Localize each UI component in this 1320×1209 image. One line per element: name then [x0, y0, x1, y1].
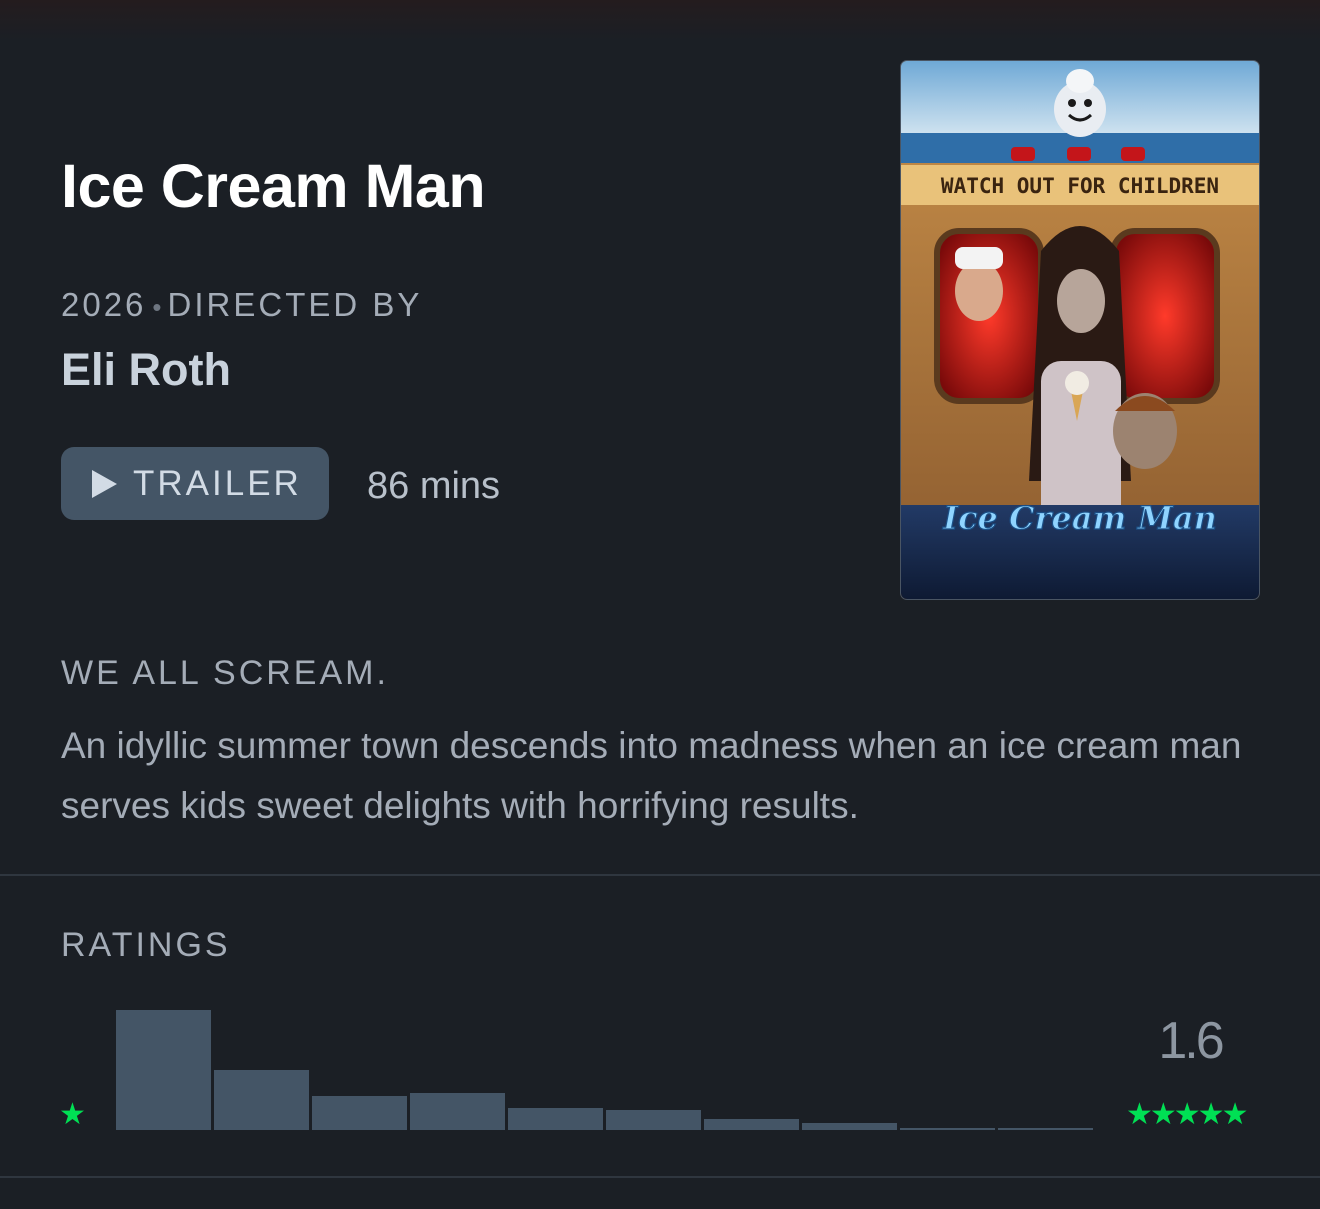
section-divider [0, 874, 1320, 876]
play-icon [92, 469, 117, 498]
histogram-bar[interactable] [312, 1096, 407, 1130]
one-star-label: ★ [59, 1098, 86, 1131]
director-link[interactable]: Eli Roth [61, 340, 231, 400]
bottom-divider [0, 1176, 1320, 1178]
directed-by-label: DIRECTED BY [167, 286, 423, 323]
ratings-heading[interactable]: RATINGS [61, 924, 231, 966]
average-rating[interactable]: 1.6 [1150, 1010, 1230, 1072]
film-poster[interactable]: WATCH OUT FOR CHILDREN Ice Cream Man [900, 60, 1260, 600]
film-meta: 2026 • DIRECTED BY [61, 284, 422, 328]
separator-dot: • [152, 292, 162, 323]
film-year[interactable]: 2026 [61, 286, 146, 323]
histogram-bar[interactable] [606, 1110, 701, 1130]
histogram-bar[interactable] [214, 1070, 309, 1130]
backdrop-fade [0, 0, 1320, 40]
ratings-histogram [116, 1000, 1096, 1130]
histogram-bar[interactable] [900, 1128, 995, 1130]
film-title: Ice Cream Man [61, 152, 486, 220]
histogram-bar[interactable] [410, 1093, 505, 1130]
poster-logo-text: Ice Cream Man [942, 499, 1217, 537]
histogram-bar[interactable] [802, 1123, 897, 1130]
five-star-label: ★★★★★ [1126, 1098, 1248, 1131]
histogram-bar[interactable] [116, 1010, 211, 1130]
synopsis: An idyllic summer town descends into mad… [61, 725, 1242, 826]
trailer-label: TRAILER [133, 463, 302, 503]
trailer-button[interactable]: TRAILER [61, 447, 329, 520]
histogram-bar[interactable] [508, 1108, 603, 1130]
poster-banner-text: WATCH OUT FOR CHILDREN [941, 174, 1219, 198]
tagline: WE ALL SCREAM. [61, 654, 389, 692]
histogram-bar[interactable] [998, 1128, 1093, 1130]
histogram-bar[interactable] [704, 1119, 799, 1130]
runtime: 86 mins [367, 465, 501, 507]
